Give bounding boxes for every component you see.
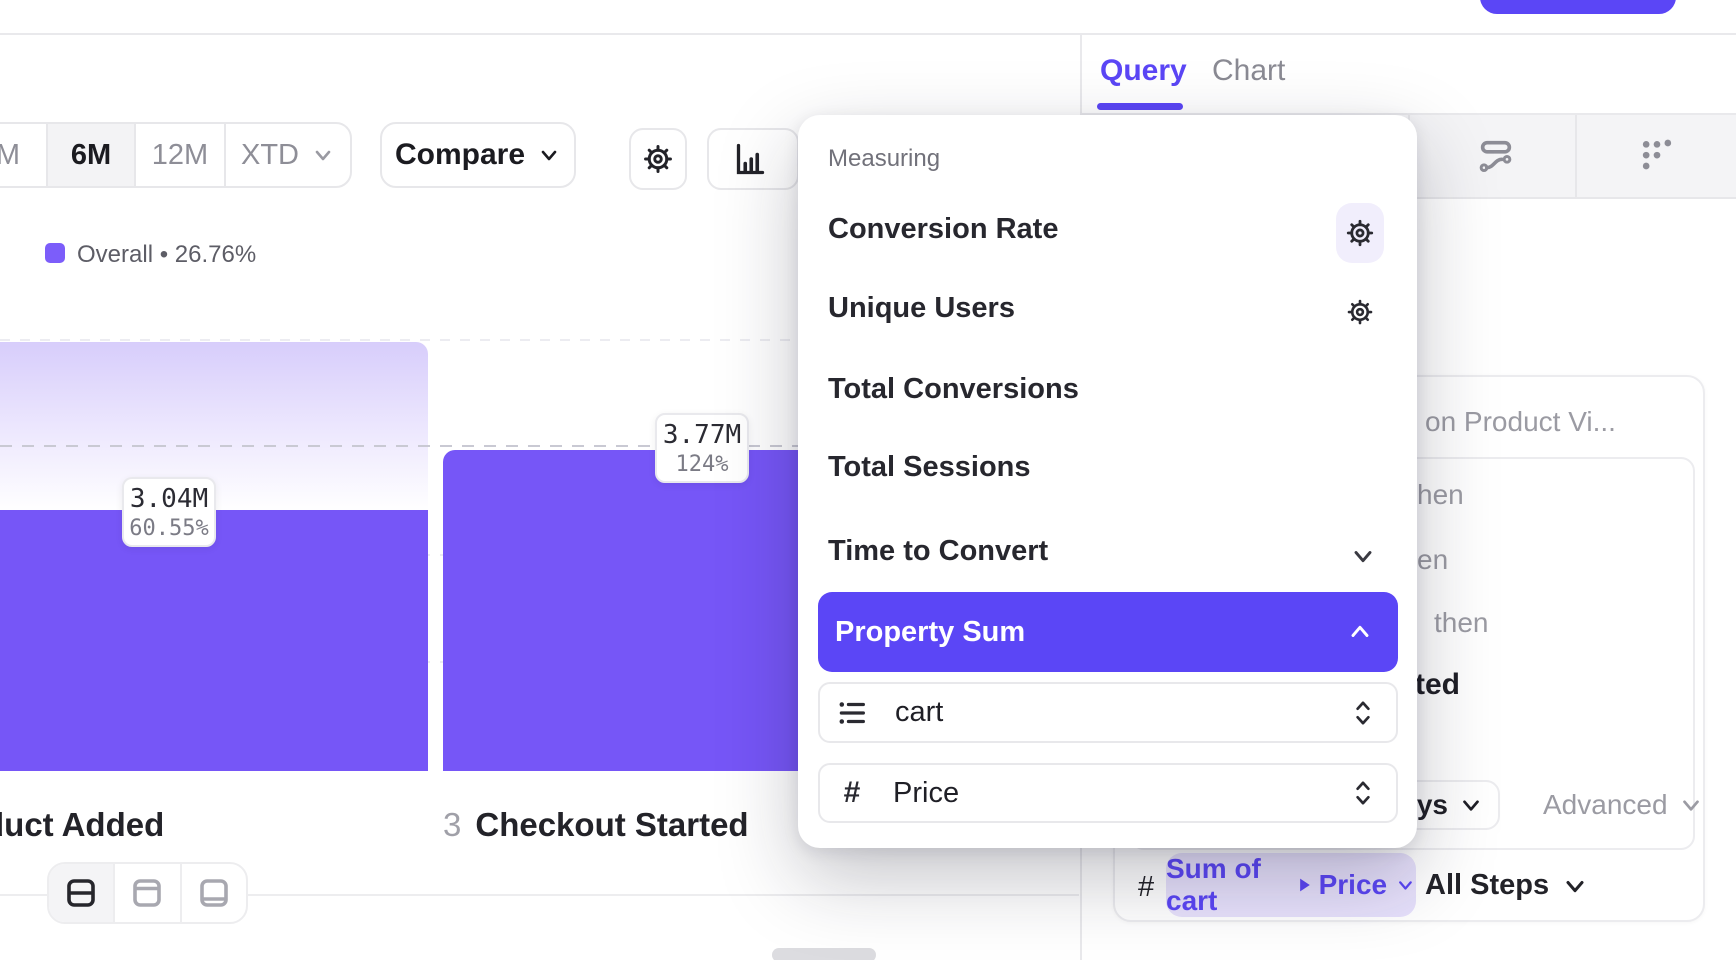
- step-label-checkout-started: 3 Checkout Started: [443, 806, 749, 844]
- layout-footer-bottom-button[interactable]: [182, 864, 246, 922]
- triangle-right-icon: [1298, 876, 1311, 894]
- chevron-down-icon: [1458, 792, 1484, 818]
- layout-header-top-button[interactable]: [115, 864, 181, 922]
- layout-toggle-group: [47, 862, 248, 924]
- conversion-rate-settings-button[interactable]: [1336, 203, 1384, 263]
- chart-type-button[interactable]: [707, 128, 799, 190]
- chip-sum-label: Sum of cart: [1166, 853, 1290, 917]
- unique-users-settings-button[interactable]: [1345, 297, 1375, 327]
- horizontal-scrollbar-thumb[interactable]: [772, 948, 876, 960]
- bar-2-value-tooltip: 3.77M 124%: [655, 413, 749, 483]
- menu-item-conversion-rate[interactable]: Conversion Rate: [828, 213, 1058, 246]
- range-12m-label: 12M: [152, 139, 208, 172]
- app-window: M 6M 12M XTD Compare: [0, 0, 1736, 960]
- popup-title: Measuring: [828, 145, 940, 173]
- range-6m-label: 6M: [71, 139, 111, 172]
- step-row-fragment: then: [1434, 607, 1489, 639]
- advanced-dropdown[interactable]: Advanced: [1543, 789, 1704, 821]
- step-2-label-text: Checkout Started: [475, 806, 748, 843]
- all-steps-dropdown[interactable]: All Steps: [1425, 869, 1589, 902]
- number-icon: #: [835, 776, 869, 810]
- card-title-truncated: on Product Vi...: [1425, 406, 1616, 438]
- layout-top-icon: [129, 875, 165, 911]
- unfold-arrows-icon: [1350, 778, 1376, 808]
- compare-label: Compare: [395, 138, 525, 172]
- chevron-down-icon: [1561, 872, 1589, 900]
- date-range-segmented-control: M 6M 12M XTD: [0, 122, 352, 188]
- layout-split-icon: [63, 875, 99, 911]
- dots-grid-icon: [1637, 136, 1677, 176]
- gridline: [0, 339, 810, 341]
- step-row-fragment: hen: [1417, 479, 1464, 511]
- range-xtd-label: XTD: [241, 139, 299, 172]
- property-sum-label: Property Sum: [835, 616, 1025, 649]
- chevron-up-icon: [1346, 618, 1374, 646]
- bar-1-percent: 60.55%: [129, 516, 208, 541]
- sum-of-property-chip[interactable]: Sum of cart Price: [1166, 853, 1416, 917]
- chevron-down-icon: [311, 143, 335, 167]
- menu-item-property-sum-selected[interactable]: Property Sum: [818, 592, 1398, 672]
- step-2-number: 3: [443, 806, 461, 843]
- tab-chart[interactable]: Chart: [1212, 54, 1285, 88]
- gear-icon: [1344, 217, 1376, 249]
- step-1-label-text: duct Added: [0, 806, 164, 843]
- gear-icon: [1345, 297, 1375, 327]
- flow-icon: [1476, 136, 1516, 176]
- measuring-popup: Measuring Conversion Rate Unique Users: [798, 115, 1417, 848]
- range-xtd-button[interactable]: XTD: [226, 124, 350, 186]
- tab-query-label: Query: [1100, 54, 1187, 87]
- bar-2-value: 3.77M: [663, 420, 741, 450]
- chip-property-label: Price: [1319, 869, 1388, 901]
- measurement-type-icon: #: [1138, 871, 1154, 904]
- numeric-property-value: Price: [893, 777, 1350, 810]
- menu-item-total-sessions[interactable]: Total Sessions: [828, 451, 1031, 484]
- unfold-arrows-icon: [1350, 698, 1376, 728]
- step-row-fragment-selected: ted: [1415, 668, 1460, 702]
- funnel-bar-1[interactable]: [0, 510, 428, 771]
- flows-view-button[interactable]: [1417, 115, 1575, 197]
- legend-swatch[interactable]: [45, 243, 65, 263]
- all-steps-label: All Steps: [1425, 869, 1549, 902]
- bar-1-value: 3.04M: [130, 484, 208, 514]
- chevron-down-icon: [537, 143, 561, 167]
- header-divider: [0, 33, 1736, 35]
- tab-chart-label: Chart: [1212, 54, 1285, 87]
- chevron-down-icon: [1678, 792, 1704, 818]
- chevron-down-icon[interactable]: [1349, 542, 1377, 570]
- legend-label[interactable]: Overall • 26.76%: [77, 241, 256, 269]
- layout-split-rows-button[interactable]: [49, 864, 115, 922]
- bar-chart-icon: [731, 141, 767, 177]
- primary-action-button[interactable]: [1480, 0, 1676, 14]
- range-3m-label: M: [0, 139, 20, 172]
- range-6m-button[interactable]: 6M: [48, 124, 136, 186]
- compare-button[interactable]: Compare: [380, 122, 576, 188]
- step-label-product-added: duct Added: [0, 806, 164, 844]
- advanced-label: Advanced: [1543, 789, 1668, 821]
- active-tab-underline: [1097, 103, 1183, 110]
- numeric-property-select[interactable]: # Price: [818, 763, 1398, 823]
- range-3m-button[interactable]: M: [0, 124, 48, 186]
- menu-item-unique-users[interactable]: Unique Users: [828, 292, 1015, 325]
- chevron-down-icon: [1395, 872, 1416, 898]
- property-select-value: cart: [895, 696, 1350, 729]
- range-12m-button[interactable]: 12M: [136, 124, 226, 186]
- funnel-bar-2[interactable]: [443, 450, 810, 771]
- list-icon: [835, 696, 869, 730]
- tab-query[interactable]: Query: [1100, 54, 1187, 88]
- layout-bottom-icon: [196, 875, 232, 911]
- grid-view-button[interactable]: [1577, 115, 1736, 197]
- step-row-fragment: en: [1417, 544, 1448, 576]
- bar-2-percent: 124%: [676, 452, 729, 477]
- gear-icon: [641, 142, 675, 176]
- property-select[interactable]: cart: [818, 682, 1398, 743]
- menu-item-time-to-convert[interactable]: Time to Convert: [828, 535, 1048, 568]
- menu-item-total-conversions[interactable]: Total Conversions: [828, 373, 1079, 406]
- bar-1-value-tooltip: 3.04M 60.55%: [122, 477, 216, 547]
- chart-settings-button[interactable]: [629, 128, 687, 190]
